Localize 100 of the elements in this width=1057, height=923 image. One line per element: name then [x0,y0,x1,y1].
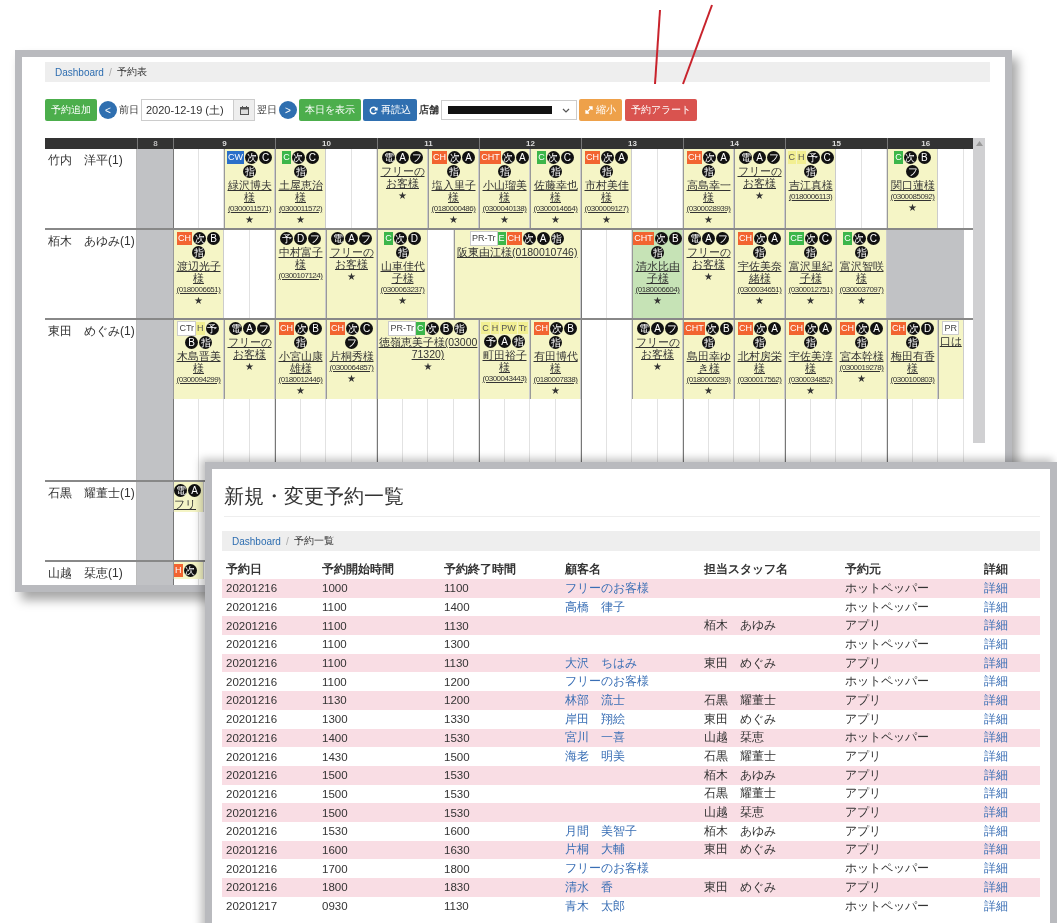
customer-number[interactable]: (0300107124) [278,271,323,280]
customer-number[interactable]: (0300014664) [533,204,578,213]
customer-link[interactable]: 阪東由江様(0180010746) [457,246,578,258]
customer-number[interactable]: (0300017562) [737,375,782,384]
details-link[interactable]: 詳細 [984,750,1008,763]
customer-link[interactable]: 有田博代様 [531,350,580,374]
customer-link[interactable]: 山車佳代子様 [378,260,427,284]
booking-card[interactable]: PR-Tr C 次 B 指 徳嶺恵美子様(0300071320) ★ [377,320,479,399]
customer-number[interactable]: (0300034651) [737,285,782,294]
customer-number[interactable]: (0300011572) [278,204,323,213]
customer-link[interactable]: 大沢 ちはみ [565,656,637,669]
customer-number[interactable]: (0300037097) [839,285,884,294]
customer-link[interactable]: 高島幸一様 [684,179,733,203]
booking-card[interactable]: C 次 B フ 関口蓮様 (0300085092) ★ [887,149,938,228]
details-link[interactable]: 詳細 [984,731,1008,744]
booking-card[interactable]: CHT 次 A 指 小山瑠美様 (0300040138) ★ [479,149,530,228]
customer-link[interactable]: 富沢里紀子様 [786,260,835,284]
customer-number[interactable]: (0180007838) [533,375,578,384]
customer-number[interactable]: (0180006113) [788,192,833,201]
customer-link[interactable]: 宇佐美奈緒様 [735,260,784,284]
customer-number[interactable]: (0300012751) [788,285,833,294]
customer-number[interactable]: (0180012446) [278,375,323,384]
breadcrumb-link[interactable]: Dashboard [55,66,104,78]
details-link[interactable]: 詳細 [984,581,1008,594]
customer-link[interactable]: 町田裕子様 [480,349,529,373]
customer-link[interactable]: 宮川 一喜 [565,731,625,744]
details-link[interactable]: 詳細 [984,600,1008,613]
details-link[interactable]: 詳細 [984,619,1008,632]
booking-card[interactable]: CE 次 C 指 富沢里紀子様 (0300012751) ★ [785,230,836,318]
customer-link[interactable]: フリーのお客様 [735,165,784,189]
booking-card[interactable]: CH 次 B 指 有田博代様 (0180007838) ★ [530,320,581,399]
customer-link[interactable]: 宮本幹様 [839,350,884,362]
details-link[interactable]: 詳細 [984,675,1008,688]
booking-card[interactable]: C 次 C 指 富沢智咲様 (0300037097) ★ [836,230,887,318]
customer-link[interactable]: 青木 太郎 [565,899,625,912]
booking-card[interactable]: CH 次 C フ 片桐秀様 (0300064857) ★ [326,320,377,399]
customer-number[interactable]: (0300019278) [839,363,884,372]
booking-card[interactable]: CH 次 B 指 渡辺光子様 (0180006651) ★ [173,230,224,318]
customer-number[interactable]: (0300063237) [380,285,425,294]
customer-link[interactable]: フリーのお客様 [378,165,427,189]
customer-number[interactable]: (0300043443) [482,374,527,383]
customer-link[interactable]: 清水 香 [565,880,613,893]
booking-card[interactable]: CH 次 A 指 宇佐美淳様 (0300034852) ★ [785,320,836,399]
customer-link[interactable]: フリーのお客様 [565,862,649,875]
customer-number[interactable]: (0300040138) [482,204,527,213]
customer-link[interactable]: 市村美佳様 [582,179,631,203]
booking-card[interactable]: C 次 C 指 土屋恵治様 (0300011572) ★ [275,149,326,228]
booking-card[interactable]: C H PW Tr 予 A 指 町田裕子様 (0300043443) [479,320,530,399]
scrollbar[interactable] [973,138,985,443]
details-link[interactable]: 詳細 [984,806,1008,819]
booking-card[interactable]: 電 A フ フリーのお客様 ★ [734,149,785,228]
customer-link[interactable]: 林部 流士 [565,693,625,706]
booking-card[interactable]: 電 A フ フリーのお客様 ★ [632,320,683,399]
customer-number[interactable]: (0300094299) [176,375,221,384]
details-link[interactable]: 詳細 [984,843,1008,856]
details-link[interactable]: 詳細 [984,899,1008,912]
details-link[interactable]: 詳細 [984,656,1008,669]
booking-card[interactable]: C H 予 C 指 吉江真様 (0180006113) [785,149,836,228]
booking-card[interactable]: CH 次 B 指 小宮山康雄様 (0180012446) ★ [275,320,326,399]
customer-link[interactable]: 緑沢博夫様 [225,179,274,203]
booking-card[interactable]: C 次 D 指 山車佳代子様 (0300063237) ★ [377,230,428,318]
customer-number[interactable]: (0180006604) [635,285,680,294]
reload-button[interactable]: 再読込 [363,99,417,121]
customer-link[interactable]: 清水比由子様 [633,260,682,284]
customer-number[interactable]: (0300034852) [788,375,833,384]
customer-link[interactable]: 小山瑠美様 [480,179,529,203]
booking-card[interactable]: PR 口は [938,320,964,399]
previous-day-button[interactable]: < [99,101,117,119]
customer-number[interactable]: (0300085092) [890,192,935,201]
customer-link[interactable]: フリーのお客様 [565,675,649,688]
customer-number[interactable]: (0300009127) [584,204,629,213]
booking-card[interactable]: CH 次 A 指 高島幸一様 (0300028939) ★ [683,149,734,228]
customer-number[interactable]: (0300028939) [686,204,731,213]
booking-card[interactable]: CH 次 A 指 宇佐美奈緒様 (0300034651) ★ [734,230,785,318]
customer-link[interactable]: 海老 明美 [565,750,625,763]
details-link[interactable]: 詳細 [984,693,1008,706]
customer-link[interactable]: 塩入里子様 [429,179,478,203]
customer-link[interactable]: 関口蓮様 [890,179,935,191]
details-link[interactable]: 詳細 [984,712,1008,725]
customer-link[interactable]: 渡辺光子様 [174,260,223,284]
customer-link[interactable]: 小宮山康雄様 [276,350,325,374]
details-link[interactable]: 詳細 [984,880,1008,893]
booking-card[interactable]: CH 次 A 指 市村美佳様 (0300009127) ★ [581,149,632,228]
customer-link[interactable]: 木島晋美様 [174,350,223,374]
customer-link[interactable]: フリーのお客様 [684,246,733,270]
booking-card[interactable]: CHT 次 B 指 島田幸ゆき様 (0180000293) ★ [683,320,734,399]
booking-card[interactable]: CH 次 A 指 北村房栄様 (0300017562) [734,320,785,399]
customer-link[interactable]: 岸田 翔絵 [565,712,625,725]
booking-card[interactable]: 電 A フ フリーのお客様 ★ [683,230,734,318]
customer-link[interactable]: 片桐秀様 [329,350,374,362]
booking-card[interactable]: CH 次 A 指 宮本幹様 (0300019278) ★ [836,320,887,399]
next-day-button[interactable]: > [279,101,297,119]
customer-link[interactable]: 佐藤幸也様 [531,179,580,203]
customer-link[interactable]: 高橋 律子 [565,600,625,613]
customer-number[interactable]: (0300064857) [329,363,374,372]
customer-number[interactable]: (0300100803) [890,375,935,384]
booking-card[interactable]: 電 A フ フリーのお客様 ★ [224,320,275,399]
booking-card[interactable]: CH 次 D 指 梅田有香様 (0300100803) [887,320,938,399]
booking-card[interactable]: 電 A フ フリーのお客様 ★ [377,149,428,228]
customer-link[interactable]: 宇佐美淳様 [786,350,835,374]
